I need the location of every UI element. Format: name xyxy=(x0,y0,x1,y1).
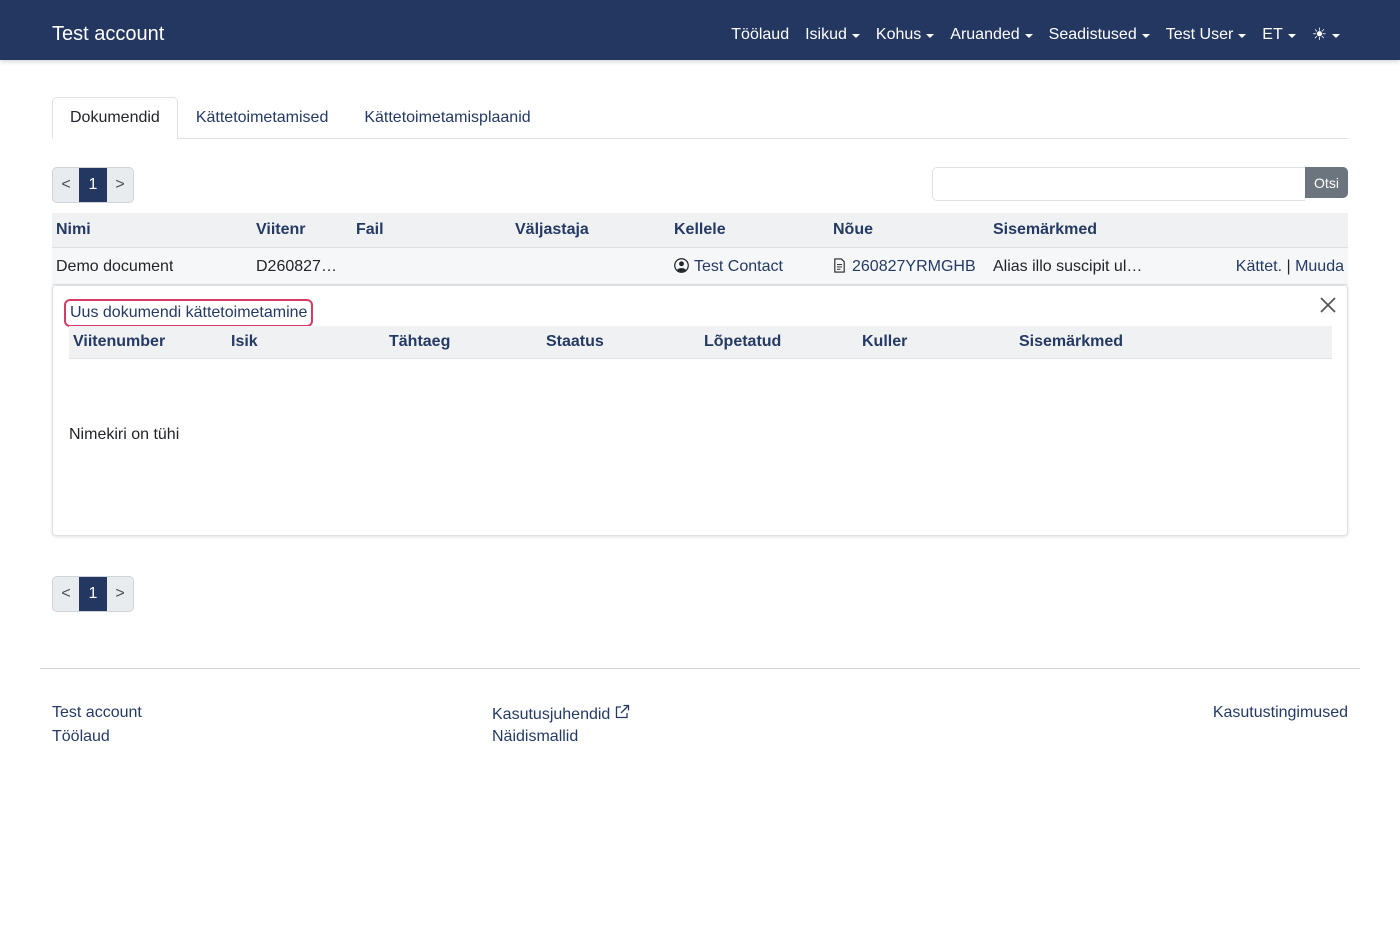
nav-persons-dropdown[interactable]: Isikud xyxy=(805,24,860,46)
nav-language-label: ET xyxy=(1262,26,1283,43)
claim-label: 260827YRMGHB xyxy=(852,258,976,275)
column-header-notes[interactable]: Sisemärkmed xyxy=(1019,333,1123,351)
footer-link-dashboard[interactable]: Töölaud xyxy=(52,728,110,746)
column-header-file[interactable]: Fail xyxy=(356,221,384,239)
nav-theme-dropdown[interactable]: ☀ xyxy=(1312,25,1340,45)
column-header-ref[interactable]: Viitenr xyxy=(256,221,306,239)
deliveries-header-row: Viitenumber Isik Tähtaeg Staatus Lõpetat… xyxy=(69,326,1332,359)
footer-link-templates[interactable]: Näidismallid xyxy=(492,728,578,746)
column-header-deadline[interactable]: Tähtaeg xyxy=(389,333,450,351)
pagination-next-button[interactable]: > xyxy=(107,577,133,611)
table-row[interactable]: Demo document D260827… Test Contact 2608… xyxy=(52,248,1348,285)
person-circle-icon xyxy=(674,258,689,273)
nav-reports-dropdown[interactable]: Aruanded xyxy=(950,24,1033,46)
nav-user-dropdown[interactable]: Test User xyxy=(1166,24,1247,46)
caret-down-icon xyxy=(1238,34,1247,38)
caret-down-icon xyxy=(1332,34,1340,38)
pagination-bottom: < 1 > xyxy=(52,576,134,612)
document-icon xyxy=(834,258,845,273)
caret-down-icon xyxy=(851,34,860,38)
nav-user-label: Test User xyxy=(1165,26,1234,43)
row-actions: Kättet. | Muuda xyxy=(1236,258,1344,276)
nav-settings-label: Seadistused xyxy=(1048,26,1137,43)
nav-court-label: Kohus xyxy=(875,26,922,43)
recipient-link[interactable]: Test Contact xyxy=(674,258,783,276)
nav-persons-label: Isikud xyxy=(805,26,847,43)
pagination-prev-button[interactable]: < xyxy=(53,577,79,611)
column-header-courier[interactable]: Kuller xyxy=(862,333,907,351)
nav-dashboard-label: Töölaud xyxy=(731,26,790,43)
cell-ref: D260827… xyxy=(256,258,337,275)
tab-bar: Dokumendid Kättetoimetamised Kättetoimet… xyxy=(52,97,1348,139)
column-header-finished[interactable]: Lõpetatud xyxy=(704,333,781,351)
pagination-page-button[interactable]: 1 xyxy=(79,577,107,611)
column-header-person[interactable]: Isik xyxy=(231,333,258,351)
caret-down-icon xyxy=(1024,34,1033,38)
brand-link[interactable]: Test account xyxy=(52,22,164,46)
column-header-ref-number[interactable]: Viitenumber xyxy=(73,333,165,351)
caret-down-icon xyxy=(1141,34,1150,38)
deliver-link[interactable]: Kättet. xyxy=(1236,258,1282,275)
tab-deliveries[interactable]: Kättetoimetamised xyxy=(178,97,347,139)
nav-reports-label: Aruanded xyxy=(950,26,1020,43)
column-header-notes[interactable]: Sisemärkmed xyxy=(993,221,1097,239)
action-separator: | xyxy=(1286,258,1291,275)
pagination-next-button[interactable]: > xyxy=(107,168,133,202)
close-icon[interactable] xyxy=(1317,294,1339,316)
pagination-top: < 1 > xyxy=(52,167,134,203)
sun-icon: ☀ xyxy=(1311,25,1327,44)
cell-name: Demo document xyxy=(56,258,174,275)
search-button[interactable]: Otsi xyxy=(1305,167,1348,198)
pagination-prev-button[interactable]: < xyxy=(53,168,79,202)
footer-divider xyxy=(40,668,1360,669)
footer-link-account[interactable]: Test account xyxy=(52,704,142,722)
cell-notes: Alias illo suscipit ul… xyxy=(993,258,1143,275)
nav-menu: Töölaud Isikud Kohus Aruanded Seadistuse… xyxy=(731,24,1340,46)
pagination-page-button[interactable]: 1 xyxy=(79,168,107,202)
nav-court-dropdown[interactable]: Kohus xyxy=(875,24,935,46)
claim-link[interactable]: 260827YRMGHB xyxy=(833,258,976,276)
edit-link[interactable]: Muuda xyxy=(1295,258,1344,275)
nav-language-dropdown[interactable]: ET xyxy=(1262,24,1296,46)
search-input[interactable] xyxy=(932,167,1305,201)
empty-list-message: Nimekiri on tühi xyxy=(69,426,180,443)
search-group: Otsi xyxy=(932,167,1348,201)
external-link-icon xyxy=(616,704,630,719)
footer-link-terms[interactable]: Kasutustingimused xyxy=(1213,704,1348,722)
deliveries-panel: Uus dokumendi kättetoimetamine Viitenumb… xyxy=(52,285,1348,536)
column-header-name[interactable]: Nimi xyxy=(56,221,91,239)
new-delivery-link[interactable]: Uus dokumendi kättetoimetamine xyxy=(64,299,314,327)
top-navbar: Test account Töölaud Isikud Kohus Aruand… xyxy=(0,0,1400,60)
tab-documents[interactable]: Dokumendid xyxy=(52,97,178,139)
column-header-status[interactable]: Staatus xyxy=(546,333,604,351)
nav-dashboard[interactable]: Töölaud xyxy=(731,24,789,46)
footer-link-manuals-label: Kasutusjuhendid xyxy=(492,706,611,723)
caret-down-icon xyxy=(1287,34,1296,38)
nav-settings-dropdown[interactable]: Seadistused xyxy=(1049,24,1150,46)
column-header-recipient[interactable]: Kellele xyxy=(674,221,726,239)
caret-down-icon xyxy=(926,34,935,38)
footer-link-manuals[interactable]: Kasutusjuhendid xyxy=(492,704,630,724)
documents-table: Nimi Viitenr Fail Väljastaja Kellele Nõu… xyxy=(52,213,1348,285)
recipient-label: Test Contact xyxy=(694,258,783,275)
column-header-issuer[interactable]: Väljastaja xyxy=(515,221,589,239)
tab-delivery-plans[interactable]: Kättetoimetamisplaanid xyxy=(346,97,548,139)
column-header-claim[interactable]: Nõue xyxy=(833,221,873,239)
table-header-row: Nimi Viitenr Fail Väljastaja Kellele Nõu… xyxy=(52,213,1348,248)
